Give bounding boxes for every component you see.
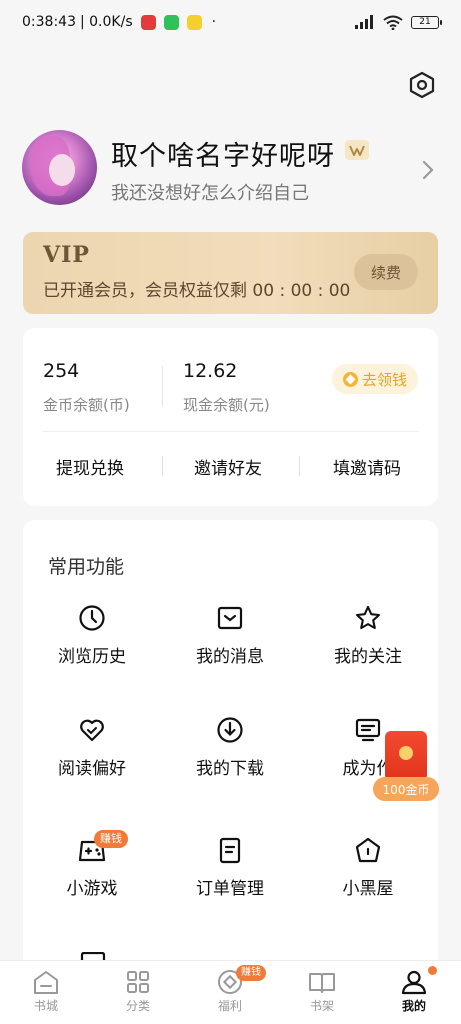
- mini-games-label: 小游戏: [66, 879, 118, 899]
- balance-separator: [43, 431, 418, 432]
- message-icon: [217, 606, 243, 630]
- vip-title: VIP: [43, 242, 90, 268]
- renew-button[interactable]: 续费: [354, 254, 418, 290]
- signal-icon: [355, 15, 373, 29]
- coin-balance-label: 金币余额(币): [43, 396, 130, 414]
- tab-bookshelf-label: 书架: [309, 999, 334, 1013]
- tab-bookstore[interactable]: 书城: [0, 961, 92, 1024]
- order-icon: [219, 837, 241, 864]
- notification-dot: [428, 966, 437, 975]
- network-speed: | 0.0K/s: [79, 14, 133, 30]
- more-notifications-dot: ·: [211, 14, 217, 30]
- tab-bookstore-label: 书城: [33, 999, 58, 1013]
- chevron-right-icon[interactable]: [420, 158, 436, 182]
- red-packet-icon: [385, 731, 427, 781]
- heart-icon: [80, 719, 104, 742]
- cash-balance-label: 现金余额(元): [183, 396, 270, 414]
- wechat-notification-icon: [163, 14, 179, 30]
- settings-hexagon-icon[interactable]: [407, 70, 437, 100]
- common-functions-title: 常用功能: [48, 556, 125, 578]
- app-notification-icon: [186, 14, 202, 30]
- blacklist-room-label: 小黑屋: [342, 879, 394, 899]
- tab-earn-badge: 赚钱: [236, 965, 266, 981]
- battery-icon: 21: [411, 15, 442, 29]
- coin-icon: [342, 371, 358, 387]
- coin-balance-value: 254: [43, 360, 80, 382]
- username: 取个啥名字好呢呀: [111, 141, 335, 172]
- profile-header[interactable]: 取个啥名字好呢呀 我还没想好怎么介绍自己: [22, 130, 442, 206]
- my-downloads-item[interactable]: 我的下载: [161, 716, 299, 779]
- bookstore-icon: [34, 971, 58, 994]
- enter-invite-code-button[interactable]: 填邀请码: [333, 454, 401, 479]
- category-icon: [127, 971, 149, 993]
- tab-category[interactable]: 分类: [92, 961, 184, 1024]
- invite-friends-button[interactable]: 邀请好友: [194, 454, 262, 479]
- balance-divider: [162, 366, 163, 406]
- my-following-label: 我的关注: [334, 647, 402, 667]
- withdraw-exchange-button[interactable]: 提现兑换: [56, 454, 124, 479]
- mini-games-item[interactable]: 赚钱 小游戏: [23, 830, 161, 899]
- clock-icon: [79, 605, 105, 631]
- my-messages-label: 我的消息: [196, 647, 264, 667]
- my-following-item[interactable]: 我的关注: [299, 604, 437, 667]
- my-downloads-label: 我的下载: [196, 759, 264, 779]
- vip-remaining-text: 已开通会员，会员权益仅剩 00 : 00 : 00: [43, 281, 351, 301]
- house-icon: [355, 837, 381, 863]
- my-messages-item[interactable]: 我的消息: [161, 604, 299, 667]
- status-bar: 0:38:43 | 0.0K/s · 21: [0, 0, 461, 44]
- download-icon: [217, 717, 243, 743]
- tab-category-label: 分类: [125, 999, 150, 1013]
- blacklist-room-item[interactable]: 小黑屋: [299, 836, 437, 899]
- claim-money-label: 去领钱: [361, 370, 407, 389]
- tab-welfare[interactable]: 赚钱 福利: [184, 961, 276, 1024]
- earn-money-badge: 赚钱: [94, 830, 128, 848]
- browse-history-item[interactable]: 浏览历史: [23, 604, 161, 667]
- balance-card: 254 金币余额(币) 12.62 现金余额(元) 去领钱 提现兑换 邀请好友 …: [23, 328, 438, 506]
- cash-balance-value: 12.62: [183, 360, 238, 382]
- coin-reward-pill: 100金币: [373, 777, 439, 801]
- claim-money-button[interactable]: 去领钱: [332, 364, 418, 394]
- tab-bookshelf[interactable]: 书架: [276, 961, 368, 1024]
- battery-level: 21: [419, 17, 431, 27]
- avatar[interactable]: [22, 130, 97, 205]
- order-management-item[interactable]: 订单管理: [161, 836, 299, 899]
- reading-preference-item[interactable]: 阅读偏好: [23, 716, 161, 779]
- vip-crown-icon: [345, 140, 369, 160]
- tab-profile-label: 我的: [401, 999, 426, 1013]
- netease-music-notification-icon: [140, 14, 156, 30]
- browse-history-label: 浏览历史: [58, 647, 126, 667]
- profile-icon: [401, 970, 427, 995]
- tab-welfare-label: 福利: [217, 999, 242, 1013]
- star-icon: [355, 605, 381, 630]
- wifi-icon: [383, 15, 403, 30]
- reading-preference-label: 阅读偏好: [58, 759, 126, 779]
- status-time: 0:38:43: [22, 14, 76, 30]
- order-management-label: 订单管理: [196, 879, 264, 899]
- vip-card[interactable]: VIP 已开通会员，会员权益仅剩 00 : 00 : 00 续费: [23, 232, 438, 314]
- profile-bio: 我还没想好怎么介绍自己: [111, 183, 309, 204]
- bottom-tab-bar: 书城 分类 赚钱 福利 书架 我的: [0, 960, 461, 1024]
- tab-profile[interactable]: 我的: [368, 961, 460, 1024]
- floating-red-packet[interactable]: 100金币: [373, 731, 439, 801]
- bookshelf-icon: [309, 973, 335, 993]
